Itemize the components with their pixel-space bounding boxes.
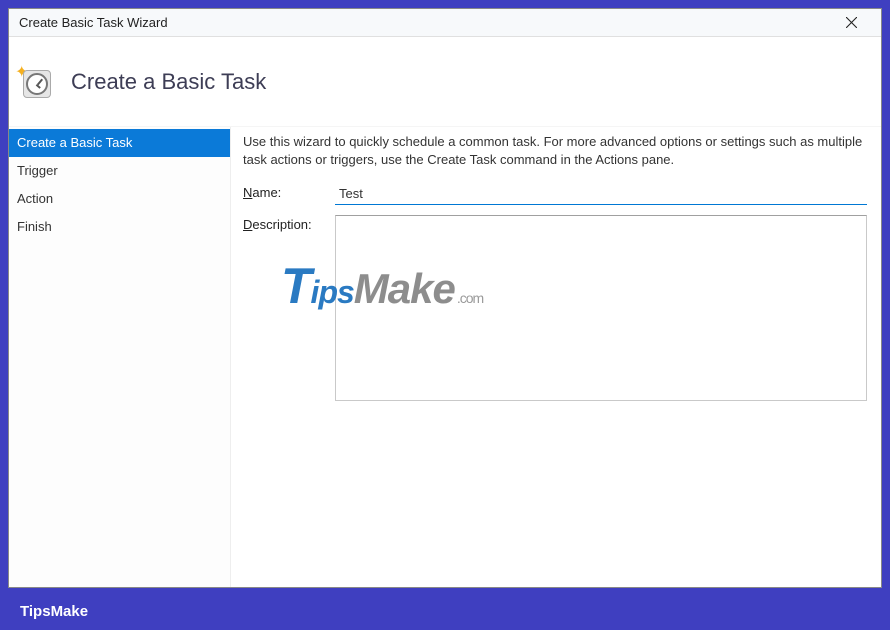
wizard-body: Create a Basic Task Trigger Action Finis… bbox=[9, 127, 881, 587]
description-label: Description: bbox=[243, 215, 335, 232]
wizard-header: ✦ Create a Basic Task bbox=[9, 37, 881, 127]
titlebar: Create Basic Task Wizard bbox=[9, 9, 881, 37]
name-label: Name: bbox=[243, 183, 335, 200]
description-row: Description: bbox=[243, 215, 867, 401]
name-row: Name: bbox=[243, 183, 867, 205]
sidebar-item-create-basic-task[interactable]: Create a Basic Task bbox=[9, 129, 230, 157]
sidebar-item-action[interactable]: Action bbox=[9, 185, 230, 213]
wizard-window: Create Basic Task Wizard ✦ Create a Basi… bbox=[8, 8, 882, 588]
footer-brand: TipsMake bbox=[20, 603, 88, 620]
name-input[interactable] bbox=[335, 183, 867, 205]
page-title: Create a Basic Task bbox=[71, 69, 266, 95]
close-button[interactable] bbox=[831, 9, 871, 37]
close-icon bbox=[846, 17, 857, 28]
description-textarea[interactable] bbox=[335, 215, 867, 401]
instruction-text: Use this wizard to quickly schedule a co… bbox=[243, 133, 867, 169]
sidebar-item-trigger[interactable]: Trigger bbox=[9, 157, 230, 185]
window-title: Create Basic Task Wizard bbox=[19, 15, 168, 30]
sidebar-item-finish[interactable]: Finish bbox=[9, 213, 230, 241]
wizard-main-panel: Use this wizard to quickly schedule a co… bbox=[231, 127, 881, 587]
wizard-steps-sidebar: Create a Basic Task Trigger Action Finis… bbox=[9, 127, 231, 587]
task-scheduler-icon: ✦ bbox=[17, 64, 53, 100]
